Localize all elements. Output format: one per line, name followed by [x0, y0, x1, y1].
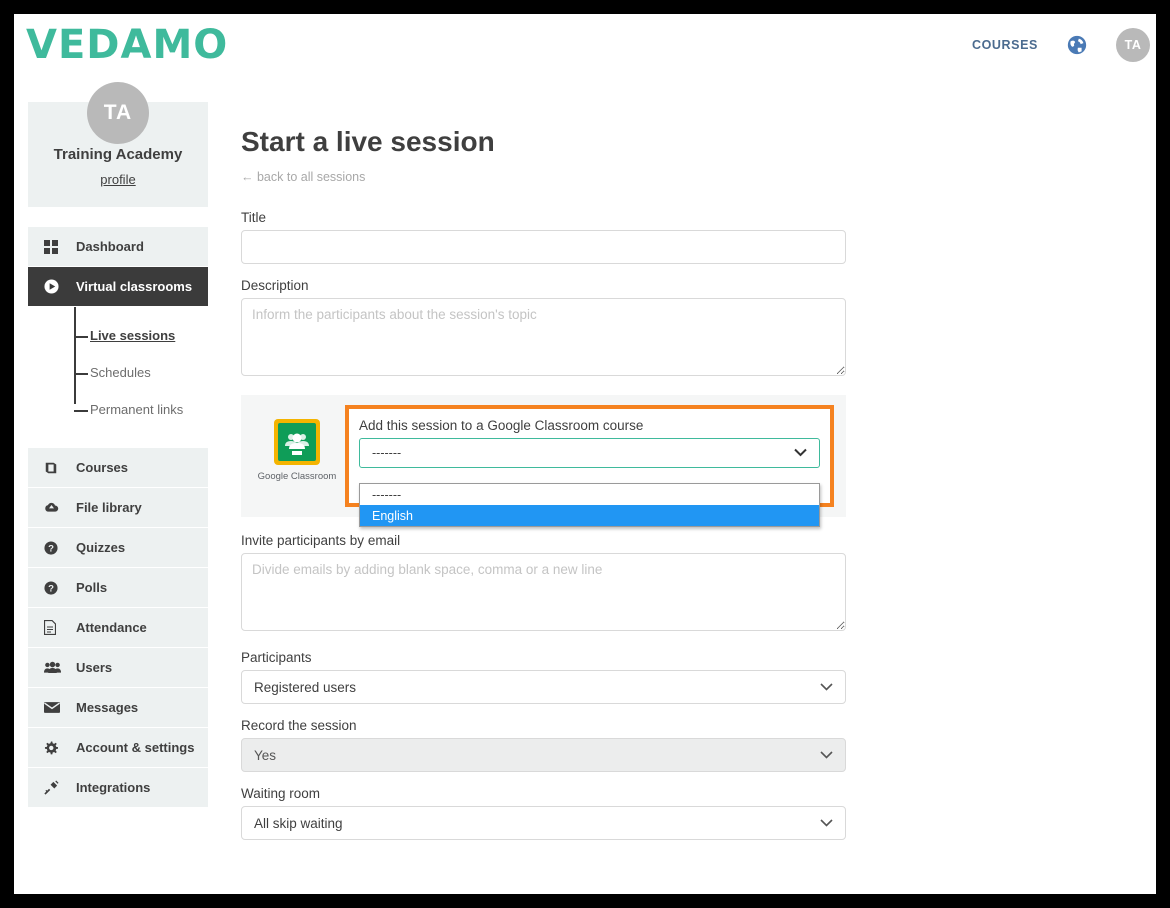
- google-classroom-highlight-box: Add this session to a Google Classroom c…: [345, 405, 834, 527]
- google-classroom-field-label: Add this session to a Google Classroom c…: [359, 418, 644, 433]
- field-title: Title: [241, 210, 861, 264]
- google-classroom-icon: [274, 419, 320, 465]
- users-icon: [44, 660, 66, 676]
- sidebar-item-file-library[interactable]: File library: [28, 488, 208, 527]
- page-title: Start a live session: [241, 126, 495, 157]
- svg-text:?: ?: [48, 583, 54, 594]
- field-waiting-room: Waiting room All skip waiting: [241, 786, 861, 840]
- sidebar-item-label: Dashboard: [76, 239, 144, 254]
- google-classroom-selected-value: -------: [372, 446, 402, 460]
- sidebar-item-attendance[interactable]: Attendance: [28, 608, 208, 647]
- back-to-all-sessions-link[interactable]: ← back to all sessions: [241, 170, 365, 184]
- sidebar-item-courses[interactable]: Courses: [28, 448, 208, 487]
- google-classroom-panel: Google Classroom Add this session to a G…: [241, 395, 846, 527]
- grid-icon: [44, 239, 66, 255]
- chevron-down-icon: [820, 816, 833, 831]
- google-classroom-logo-column: Google Classroom: [253, 405, 341, 507]
- chevron-down-icon: [794, 446, 807, 460]
- sidebar-item-label: Polls: [76, 580, 108, 595]
- sidebar-subitem-label: Permanent links: [90, 402, 184, 417]
- chevron-down-icon: [820, 680, 833, 695]
- title-label: Title: [241, 210, 267, 225]
- chevron-down-icon: [820, 748, 833, 763]
- browser-viewport: VEDAMO COURSES TA TA Training Academy pr…: [14, 14, 1156, 894]
- nav-courses-link[interactable]: COURSES: [972, 38, 1038, 52]
- sidebar-subitem-live-sessions[interactable]: Live sessions: [28, 317, 208, 354]
- cloud-upload-icon: [44, 500, 66, 516]
- sidebar: TA Training Academy profile Dashboard Vi…: [28, 82, 208, 808]
- sidebar-item-label: Messages: [76, 700, 139, 715]
- sidebar-item-integrations[interactable]: Integrations: [28, 768, 208, 807]
- field-invite: Invite participants by email: [241, 533, 861, 636]
- sidebar-subtree: Live sessions Schedules Permanent links: [28, 307, 208, 440]
- sidebar-item-label: Integrations: [76, 780, 151, 795]
- sidebar-subitem-schedules[interactable]: Schedules: [28, 354, 208, 391]
- sidebar-item-virtual-classrooms[interactable]: Virtual classrooms: [28, 267, 208, 306]
- sidebar-item-label: Quizzes: [76, 540, 126, 555]
- dropdown-option[interactable]: -------: [360, 484, 819, 505]
- google-classroom-caption: Google Classroom: [257, 471, 337, 482]
- dropdown-option-selected[interactable]: English: [360, 505, 819, 526]
- gear-icon: [44, 740, 66, 756]
- top-header: VEDAMO COURSES TA: [14, 14, 1156, 88]
- record-session-value: Yes: [254, 747, 277, 763]
- vedamo-logo[interactable]: VEDAMO: [26, 22, 228, 68]
- waiting-room-value: All skip waiting: [254, 815, 343, 831]
- sidebar-subitem-label: Live sessions: [90, 328, 176, 343]
- sidebar-item-label: Attendance: [76, 620, 147, 635]
- sidebar-item-quizzes[interactable]: ? Quizzes: [28, 528, 208, 567]
- invite-label: Invite participants by email: [241, 533, 401, 548]
- sidebar-item-polls[interactable]: ? Polls: [28, 568, 208, 607]
- waiting-room-select[interactable]: All skip waiting: [241, 806, 846, 840]
- svg-text:?: ?: [48, 543, 54, 554]
- title-input[interactable]: [241, 230, 846, 264]
- sidebar-item-account-settings[interactable]: Account & settings: [28, 728, 208, 767]
- envelope-icon: [44, 700, 66, 716]
- profile-link[interactable]: profile: [100, 172, 135, 187]
- globe-icon[interactable]: [1066, 34, 1088, 56]
- participants-select[interactable]: Registered users: [241, 670, 846, 704]
- plug-icon: [44, 780, 66, 796]
- participants-label: Participants: [241, 650, 312, 665]
- profile-name: Training Academy: [53, 146, 183, 163]
- field-participants: Participants Registered users: [241, 650, 861, 704]
- question-circle-icon: ?: [44, 540, 66, 556]
- sidebar-avatar[interactable]: TA: [87, 82, 149, 144]
- sidebar-item-label: File library: [76, 500, 142, 515]
- sidebar-item-label: Virtual classrooms: [76, 279, 193, 294]
- google-classroom-course-select[interactable]: -------: [359, 438, 820, 468]
- google-classroom-dropdown-list[interactable]: ------- English: [359, 483, 820, 527]
- main-content: Start a live session ← back to all sessi…: [241, 126, 861, 854]
- book-icon: [44, 460, 66, 476]
- sidebar-menu: Dashboard Virtual classrooms Live sessio…: [28, 227, 208, 807]
- sidebar-item-users[interactable]: Users: [28, 648, 208, 687]
- top-nav: COURSES TA: [972, 28, 1150, 62]
- field-record-session: Record the session Yes: [241, 718, 861, 772]
- description-label: Description: [241, 278, 309, 293]
- profile-card: TA Training Academy profile: [28, 82, 208, 207]
- record-session-select[interactable]: Yes: [241, 738, 846, 772]
- sidebar-item-label: Users: [76, 660, 113, 675]
- sidebar-item-dashboard[interactable]: Dashboard: [28, 227, 208, 266]
- description-textarea[interactable]: [241, 298, 846, 376]
- sidebar-subitem-label: Schedules: [90, 365, 151, 380]
- question-circle-icon: ?: [44, 580, 66, 596]
- invite-emails-textarea[interactable]: [241, 553, 846, 631]
- sidebar-item-label: Account & settings: [76, 740, 195, 755]
- record-session-label: Record the session: [241, 718, 357, 733]
- sidebar-item-messages[interactable]: Messages: [28, 688, 208, 727]
- avatar[interactable]: TA: [1116, 28, 1150, 62]
- play-circle-icon: [44, 279, 66, 295]
- waiting-room-label: Waiting room: [241, 786, 321, 801]
- sidebar-item-label: Courses: [76, 460, 129, 475]
- sidebar-subitem-permanent-links[interactable]: Permanent links: [28, 391, 208, 428]
- field-description: Description: [241, 278, 861, 381]
- participants-value: Registered users: [254, 679, 357, 695]
- document-icon: [44, 620, 66, 636]
